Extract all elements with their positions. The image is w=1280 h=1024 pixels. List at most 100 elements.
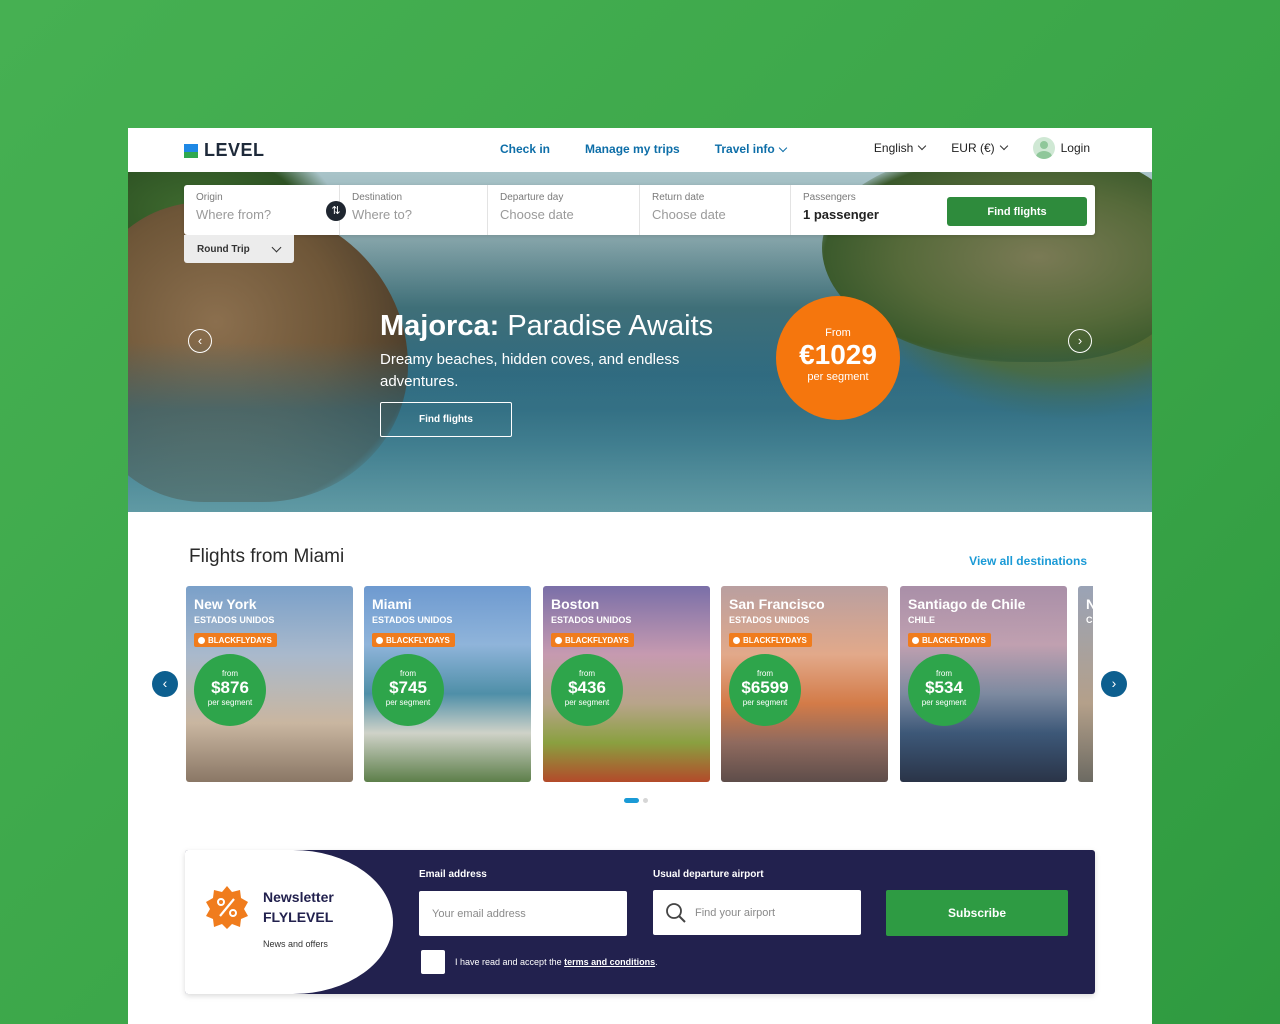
card-price-from: from	[400, 669, 416, 678]
hero-price-unit: per segment	[807, 371, 869, 383]
card-price-unit: per segment	[564, 698, 610, 707]
passengers-field[interactable]: Passengers 1 passenger	[791, 185, 931, 235]
hero-title: Majorca: Paradise Awaits	[380, 310, 713, 343]
section-title: Flights from Miami	[189, 546, 345, 567]
trip-type-select[interactable]: Round Trip	[184, 235, 294, 263]
newsletter-intro: Newsletter FLYLEVEL News and offers	[185, 850, 393, 994]
hero-price-from: From	[825, 327, 851, 339]
pagination-dot-active[interactable]	[624, 798, 639, 803]
logo-text: LEVEL	[204, 140, 265, 160]
card-city: Boston	[551, 596, 600, 612]
destination-card[interactable]: Boston ESTADOS UNIDOS BLACKFLYDAYS from $436…	[543, 586, 710, 782]
language-label: English	[873, 141, 914, 155]
promo-badge: BLACKFLYDAYS	[908, 633, 991, 647]
subscribe-button[interactable]: Subscribe	[886, 890, 1068, 936]
terms-link[interactable]: terms and conditions	[564, 957, 655, 967]
logo-icon	[184, 143, 198, 158]
login-button[interactable]: Login	[1032, 137, 1090, 159]
hero-next-button[interactable]: ›	[1068, 329, 1092, 353]
airport-label: Usual departure airport	[653, 869, 764, 880]
destination-label: Destination	[352, 192, 403, 203]
header-actions: English EUR (€) Login	[874, 137, 1090, 159]
logo[interactable]: LEVEL	[184, 140, 265, 161]
chevron-down-icon	[271, 242, 282, 253]
currency-label: EUR (€)	[951, 141, 995, 155]
airport-input[interactable]: Find your airport	[653, 890, 861, 935]
card-city: Miami	[372, 596, 412, 612]
return-label: Return date	[652, 192, 705, 203]
nav-manage-trips[interactable]: Manage my trips	[585, 142, 680, 156]
card-price-unit: per segment	[385, 698, 431, 707]
destination-card[interactable]: San Francisco ESTADOS UNIDOS BLACKFLYDAYS f…	[721, 586, 888, 782]
terms-checkbox[interactable]	[421, 950, 445, 974]
email-placeholder: Your email address	[432, 907, 526, 920]
card-price-unit: per segment	[742, 698, 788, 707]
card-city: San Francisco	[729, 596, 825, 612]
promo-label: BLACKFLYDAYS	[565, 635, 629, 645]
destination-card[interactable]: Santiago de Chile CHILE BLACKFLYDAYS from $5…	[900, 586, 1067, 782]
card-price-badge: from $745 per segment	[372, 654, 444, 726]
language-selector[interactable]: English	[873, 141, 927, 155]
card-price-badge: from $6599 per segment	[729, 654, 801, 726]
hero-banner: Origin Where from? ⇅ Destination Where t…	[128, 172, 1152, 512]
destination-card[interactable]: New York ESTADOS UNIDOS BLACKFLYDAYS from $8…	[186, 586, 353, 782]
browser-page: LEVEL Check in Manage my trips Travel in…	[128, 128, 1152, 1024]
view-all-destinations-link[interactable]: View all destinations	[969, 554, 1087, 568]
avatar-icon	[1032, 137, 1055, 159]
newsletter-title-line2: FLYLEVEL	[263, 909, 334, 925]
main-nav: Check in Manage my trips Travel info	[500, 142, 787, 156]
flight-search-bar: Origin Where from? ⇅ Destination Where t…	[184, 185, 1095, 235]
return-field[interactable]: Return date Choose date	[640, 185, 791, 235]
email-input[interactable]: Your email address	[419, 891, 627, 936]
destination-field[interactable]: Destination Where to?	[340, 185, 488, 235]
departure-placeholder: Choose date	[500, 207, 574, 222]
destination-card[interactable]: Miami ESTADOS UNIDOS BLACKFLYDAYS from $745 p…	[364, 586, 531, 782]
card-city: N	[1086, 596, 1093, 612]
promo-badge: BLACKFLYDAYS	[194, 633, 277, 647]
departure-field[interactable]: Departure day Choose date	[488, 185, 640, 235]
chevron-down-icon	[918, 141, 927, 151]
nav-check-in[interactable]: Check in	[500, 142, 550, 156]
card-city: New York	[194, 596, 257, 612]
carousel-prev-button[interactable]: ‹	[152, 671, 178, 697]
promo-label: BLACKFLYDAYS	[743, 635, 807, 645]
promo-badge: BLACKFLYDAYS	[372, 633, 455, 647]
card-city: Santiago de Chile	[908, 596, 1026, 612]
destination-placeholder: Where to?	[352, 207, 412, 222]
hero-title-light: Paradise Awaits	[507, 310, 714, 342]
promo-icon	[198, 636, 205, 644]
hero-prev-button[interactable]: ‹	[188, 329, 212, 353]
top-header: LEVEL Check in Manage my trips Travel in…	[128, 128, 1152, 172]
card-price: $534	[925, 678, 963, 697]
card-country: ESTADOS UNIDOS	[729, 615, 810, 625]
origin-field[interactable]: Origin Where from? ⇅	[184, 185, 346, 235]
nav-travel-info-label: Travel info	[714, 142, 775, 156]
card-price-from: from	[936, 669, 952, 678]
destination-card[interactable]: NC	[1078, 586, 1093, 782]
trip-type-value: Round Trip	[197, 243, 250, 255]
card-price-badge: from $876 per segment	[194, 654, 266, 726]
pagination-dot[interactable]	[643, 798, 648, 803]
card-country: C	[1086, 615, 1093, 625]
carousel-pagination	[624, 798, 648, 803]
card-country: ESTADOS UNIDOS	[372, 615, 453, 625]
promo-icon	[733, 636, 740, 644]
card-price-from: from	[579, 669, 595, 678]
find-flights-button[interactable]: Find flights	[947, 197, 1087, 226]
card-country: ESTADOS UNIDOS	[194, 615, 275, 625]
origin-label: Origin	[196, 192, 223, 203]
newsletter-panel: Newsletter FLYLEVEL News and offers Emai…	[185, 850, 1095, 994]
currency-selector[interactable]: EUR (€)	[951, 141, 1008, 155]
airport-placeholder: Find your airport	[695, 906, 776, 919]
carousel-next-button[interactable]: ›	[1101, 671, 1127, 697]
promo-label: BLACKFLYDAYS	[386, 635, 450, 645]
terms-prefix: I have read and accept the	[455, 957, 562, 967]
destination-carousel: New York ESTADOS UNIDOS BLACKFLYDAYS from $8…	[186, 586, 1093, 782]
card-price-unit: per segment	[207, 698, 253, 707]
card-price: $876	[211, 678, 249, 697]
nav-travel-info[interactable]: Travel info	[714, 142, 787, 156]
terms-suffix: .	[655, 957, 658, 967]
promo-label: BLACKFLYDAYS	[208, 635, 272, 645]
promo-label: BLACKFLYDAYS	[922, 635, 986, 645]
hero-find-flights-button[interactable]: Find flights	[380, 402, 512, 437]
